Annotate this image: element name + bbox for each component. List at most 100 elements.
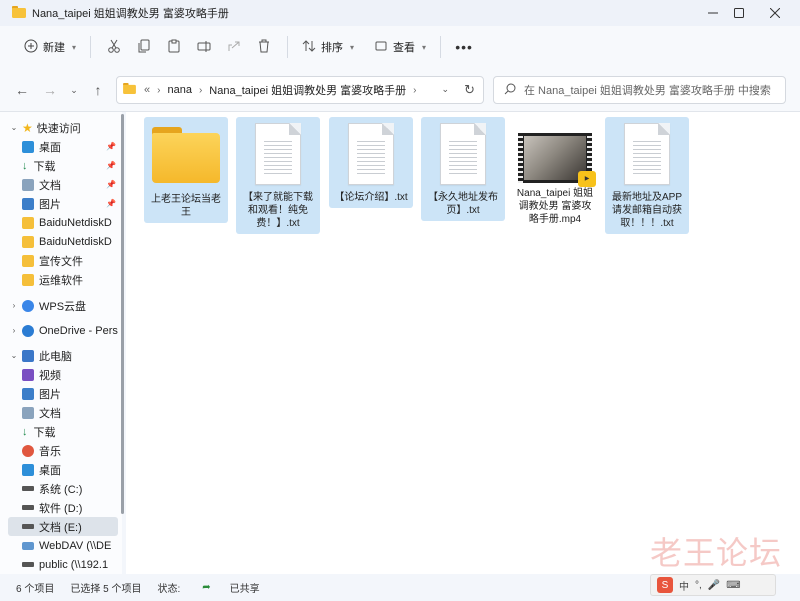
video-thumbnail: ▶: [518, 133, 596, 187]
file-item-txt-email[interactable]: 最新地址及APP请发邮箱自动获取！！！.txt: [605, 117, 689, 234]
ime-mode[interactable]: 中: [679, 578, 689, 593]
sidebar-item-public[interactable]: public (\\192.1: [8, 555, 118, 574]
status-label: 状态:: [157, 584, 181, 595]
network-drive-icon: [22, 541, 34, 550]
sidebar-item-documents-pc[interactable]: 文档: [8, 403, 118, 422]
file-item-txt-intro[interactable]: 【论坛介绍】.txt: [329, 117, 413, 208]
scrollbar-thumb[interactable]: [121, 114, 124, 514]
rename-icon: [197, 39, 211, 56]
sidebar-item-this-pc[interactable]: ⌄ 此电脑: [8, 346, 118, 365]
sidebar-item-drive-e[interactable]: 文档 (E:): [8, 517, 118, 536]
toolbar-divider: [90, 36, 92, 58]
delete-button[interactable]: [249, 33, 279, 61]
sidebar-item-pictures-pc[interactable]: 图片: [8, 384, 118, 403]
sidebar-item-onedrive[interactable]: › OneDrive - Pers: [8, 321, 118, 340]
file-item-txt-address[interactable]: 【永久地址发布页】.txt: [421, 117, 505, 221]
file-item-video[interactable]: ▶ Nana_taipei 姐姐调教处男 富婆攻略手册.mp4: [513, 117, 597, 230]
sidebar-item-label: 此电脑: [39, 350, 72, 363]
sidebar-item-label: 快速访问: [36, 122, 81, 135]
file-item-folder[interactable]: 上老王论坛当老王: [144, 117, 228, 223]
forward-button[interactable]: →: [38, 78, 62, 102]
pin-icon[interactable]: 📌: [106, 199, 116, 208]
folder-icon: [22, 254, 34, 267]
cut-button[interactable]: [99, 33, 129, 61]
sidebar-item-drive-d[interactable]: 软件 (D:): [8, 498, 118, 517]
share-arrow-icon: ➦: [202, 582, 211, 593]
back-button[interactable]: ←: [10, 78, 34, 102]
chevron-down-icon[interactable]: ⌄: [441, 84, 449, 95]
punctuation-icon[interactable]: °,: [695, 580, 702, 591]
file-view: 上老王论坛当老王 【来了就能下载和观看！纯免费！】.txt 【论坛介绍】.txt…: [126, 112, 800, 574]
keyboard-icon[interactable]: ⌨: [726, 580, 740, 591]
file-name: 【来了就能下载和观看！纯免费！】.txt: [243, 192, 313, 229]
chevron-down-icon: ▾: [422, 42, 427, 52]
copy-button[interactable]: [129, 33, 159, 61]
sidebar-item-desktop-pc[interactable]: 桌面: [8, 460, 118, 479]
sort-button[interactable]: 排序 ▾: [296, 33, 360, 61]
view-button[interactable]: 查看 ▾: [368, 33, 432, 61]
sidebar-item-label: 图片: [39, 198, 61, 211]
clipboard-icon: [167, 39, 181, 56]
breadcrumb-item[interactable]: Nana_taipei 姐姐调教处男 富婆攻略手册: [209, 82, 406, 98]
sidebar-item-documents[interactable]: 文档 📌: [8, 175, 118, 194]
sidebar-item-label: 软件 (D:): [39, 502, 83, 515]
pictures-icon: [22, 387, 34, 400]
chevron-down-icon: ▾: [350, 42, 355, 52]
microphone-icon[interactable]: 🎤: [708, 580, 720, 591]
copy-icon: [137, 39, 151, 56]
paste-button[interactable]: [159, 33, 189, 61]
share-button[interactable]: [219, 33, 249, 61]
sidebar-item-label: BaiduNetdiskD: [39, 235, 112, 248]
recent-locations-button[interactable]: ⌄: [62, 78, 86, 102]
sidebar-item-promo-files[interactable]: 宣传文件: [8, 251, 118, 270]
file-item-txt-download[interactable]: 【来了就能下载和观看！纯免费！】.txt: [236, 117, 320, 234]
refresh-icon[interactable]: ↻: [464, 82, 475, 98]
folder-icon: [22, 235, 34, 248]
trash-icon: [257, 39, 271, 56]
sidebar-item-baidunetdisk-1[interactable]: BaiduNetdiskD: [8, 213, 118, 232]
breadcrumb-overflow[interactable]: «: [144, 84, 150, 96]
sidebar-item-desktop[interactable]: 桌面 📌: [8, 137, 118, 156]
title-bar[interactable]: Nana_taipei 姐姐调教处男 富婆攻略手册: [0, 0, 800, 26]
ime-toolbar[interactable]: S 中 °, 🎤 ⌨: [650, 574, 776, 596]
sidebar-item-label: 桌面: [39, 141, 61, 154]
plus-circle-icon: [24, 39, 38, 56]
sidebar-item-webdav[interactable]: WebDAV (\\DE: [8, 536, 118, 555]
desktop-icon: [22, 463, 34, 476]
breadcrumb-item[interactable]: nana: [167, 84, 191, 96]
sidebar-item-label: 文档: [39, 179, 61, 192]
pin-icon[interactable]: 📌: [106, 161, 116, 170]
pin-icon[interactable]: 📌: [106, 180, 116, 189]
search-placeholder: 在 Nana_taipei 姐姐调教处男 富婆攻略手册 中搜索: [524, 85, 771, 97]
close-button[interactable]: [752, 0, 798, 26]
address-bar[interactable]: « › nana › Nana_taipei 姐姐调教处男 富婆攻略手册 › ⌄…: [116, 76, 484, 104]
sidebar-item-baidunetdisk-2[interactable]: BaiduNetdiskD: [8, 232, 118, 251]
sidebar-item-downloads[interactable]: ↓ 下载 📌: [8, 156, 118, 175]
file-name: Nana_taipei 姐姐调教处男 富婆攻略手册.mp4: [516, 188, 594, 225]
pin-icon[interactable]: 📌: [106, 142, 116, 151]
more-options-button[interactable]: •••: [449, 33, 479, 61]
sidebar-item-ops-software[interactable]: 运维软件: [8, 270, 118, 289]
folder-icon: [22, 273, 34, 286]
chevron-right-icon: ›: [413, 84, 417, 96]
rename-button[interactable]: [189, 33, 219, 61]
search-box[interactable]: 在 Nana_taipei 姐姐调教处男 富婆攻略手册 中搜索: [493, 76, 786, 104]
new-button[interactable]: 新建 ▾: [18, 33, 82, 61]
sidebar-item-videos[interactable]: 视频: [8, 365, 118, 384]
sidebar-item-label: 系统 (C:): [39, 483, 83, 496]
up-button[interactable]: ↑: [86, 78, 110, 102]
sidebar-item-label: WPS云盘: [39, 300, 87, 313]
sidebar-item-music[interactable]: 音乐: [8, 441, 118, 460]
file-name: 【论坛介绍】.txt: [334, 192, 408, 203]
text-file-icon: [440, 123, 486, 185]
search-icon: [504, 83, 516, 98]
sidebar-item-quick-access[interactable]: ⌄ ★ 快速访问: [8, 118, 118, 137]
sidebar-item-pictures[interactable]: 图片 📌: [8, 194, 118, 213]
sidebar-item-wps-cloud[interactable]: › WPS云盘: [8, 296, 118, 315]
sidebar-item-downloads-pc[interactable]: ↓ 下载: [8, 422, 118, 441]
player-badge-icon: ▶: [578, 171, 596, 187]
folder-icon: [152, 127, 220, 183]
download-icon: ↓: [22, 425, 28, 438]
sidebar-item-drive-c[interactable]: 系统 (C:): [8, 479, 118, 498]
sidebar-scrollbar[interactable]: [121, 112, 125, 572]
